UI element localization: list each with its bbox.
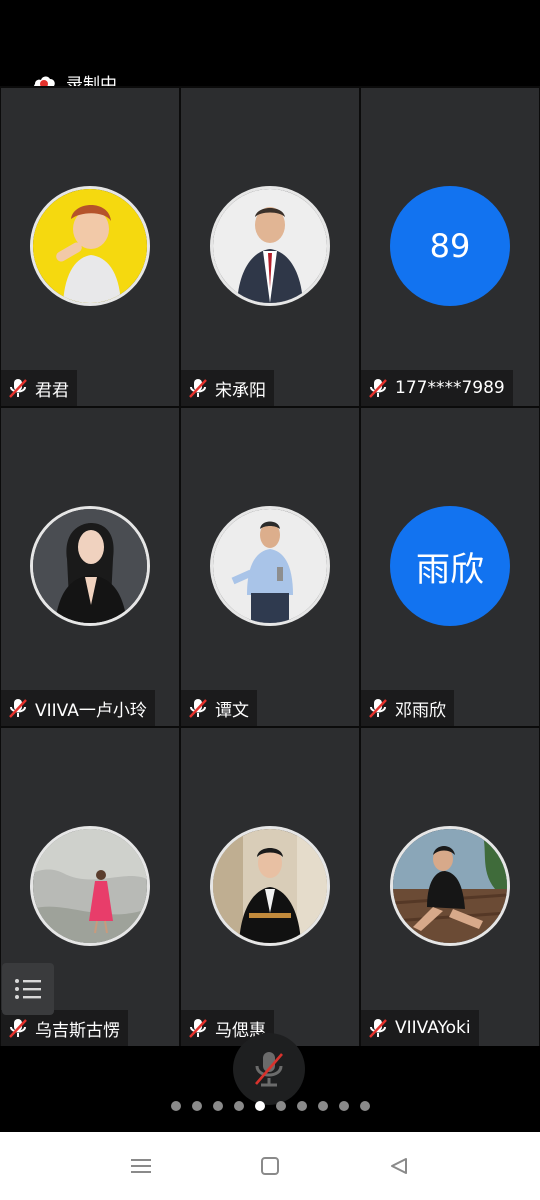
page-dot[interactable] [359,1101,370,1111]
avatar [390,826,510,946]
avatar [210,186,330,306]
text-avatar: 89 [390,186,510,306]
avatar [210,826,330,946]
avatar-initials: 89 [429,227,471,265]
video-grid: 君君 宋承阳 89 177****7989 VIIVA一卢小玲 谭文 雨欣 邓雨… [0,86,540,1046]
page-dot[interactable] [170,1101,181,1111]
page-indicator [0,1101,540,1111]
menu-icon [131,1159,151,1173]
home-button[interactable] [250,1146,290,1186]
participant-name: VIIVAYoki [395,1018,471,1038]
participant-name: 谭文 [215,700,249,721]
participant-tile[interactable]: 马偲惠 [181,728,359,1046]
avatar-initials: 雨欣 [416,549,484,590]
system-navigation-bar [0,1132,540,1200]
participant-name: VIIVA一卢小玲 [35,700,147,721]
participant-tile[interactable]: 君君 [1,88,179,406]
participant-tile[interactable]: VIIVA一卢小玲 [1,408,179,726]
participant-nametag: 宋承阳 [181,370,274,406]
mic-muted-icon [255,1052,283,1087]
mic-muted-icon [369,699,387,718]
page-dot[interactable] [212,1101,223,1111]
avatar [30,826,150,946]
participant-nametag: 乌吉斯古愣 [1,1010,128,1046]
participant-name: 177****7989 [395,378,505,398]
mic-muted-icon [369,1019,387,1038]
avatar [30,506,150,626]
page-dot[interactable] [275,1101,286,1111]
avatar [30,186,150,306]
participant-tile[interactable]: VIIVAYoki [361,728,539,1046]
mute-toggle-button[interactable] [233,1033,305,1105]
participant-name: 君君 [35,380,69,401]
participant-name: 乌吉斯古愣 [35,1020,120,1041]
back-button[interactable] [379,1146,419,1186]
page-dot[interactable] [191,1101,202,1111]
back-triangle-icon [391,1158,407,1174]
recent-apps-button[interactable] [121,1146,161,1186]
top-bar: 录制中 [0,0,540,95]
mic-muted-icon [189,379,207,398]
participant-tile[interactable]: 谭文 [181,408,359,726]
page-dot[interactable] [338,1101,349,1111]
text-avatar: 雨欣 [390,506,510,626]
mic-muted-icon [9,379,27,398]
mic-muted-icon [189,1019,207,1038]
participant-tile[interactable]: 89 177****7989 [361,88,539,406]
participant-nametag: 177****7989 [361,370,513,406]
mic-muted-icon [9,1019,27,1038]
participant-nametag: 谭文 [181,690,257,726]
home-square-icon [261,1157,279,1175]
participant-tile[interactable]: 宋承阳 [181,88,359,406]
list-menu-icon [15,979,41,999]
participant-list-button[interactable] [2,963,54,1015]
page-dot[interactable] [296,1101,307,1111]
participant-nametag: 君君 [1,370,77,406]
participant-nametag: 邓雨欣 [361,690,454,726]
page-dot[interactable] [233,1101,244,1111]
page-dot[interactable] [317,1101,328,1111]
mic-muted-icon [189,699,207,718]
participant-name: 邓雨欣 [395,700,446,721]
mic-muted-icon [9,699,27,718]
participant-nametag: VIIVA一卢小玲 [1,690,155,726]
participant-tile[interactable]: 雨欣 邓雨欣 [361,408,539,726]
page-dot-active[interactable] [254,1101,265,1111]
participant-nametag: VIIVAYoki [361,1010,479,1046]
participant-name: 宋承阳 [215,380,266,401]
mic-muted-icon [369,379,387,398]
avatar [210,506,330,626]
